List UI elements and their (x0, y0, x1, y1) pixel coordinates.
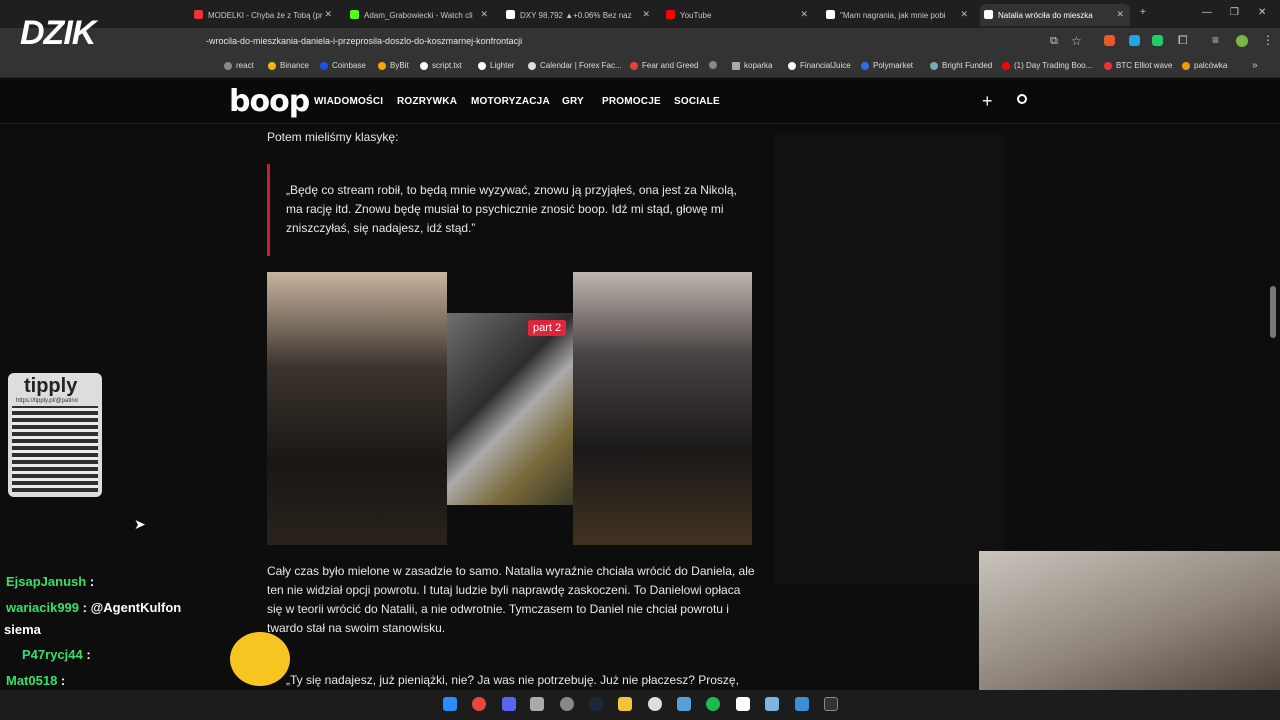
tab-label: Natalia wróciła do mieszka (998, 10, 1093, 20)
tipply-url: https://tipply.pl/@patino (16, 398, 79, 404)
nav-gry[interactable]: GRY (562, 96, 584, 107)
app-icon[interactable] (648, 697, 662, 711)
folder-icon[interactable] (618, 697, 632, 711)
tab-label: "Mam nagrania, jak mnie pobi (840, 10, 946, 20)
bookmark-bybit[interactable]: ByBit (378, 61, 409, 70)
url-text[interactable]: -wrocila-do-mieszkania-daniela-i-przepro… (206, 36, 522, 46)
bookmark-day-trading[interactable]: (1) Day Trading Boo... (1002, 61, 1092, 70)
video-blur-right (573, 272, 752, 545)
close-icon[interactable]: ✕ (1116, 9, 1124, 20)
chat-message: P47rycj44 : (22, 647, 91, 662)
extension-icon[interactable] (1104, 35, 1115, 46)
embedded-video[interactable] (447, 313, 573, 505)
app-icon[interactable] (795, 697, 809, 711)
start-icon[interactable] (443, 697, 457, 711)
tab-label: Adam_Grabowiecki - Watch cli (364, 10, 473, 20)
nav-sociale[interactable]: SOCIALE (674, 96, 720, 107)
tipply-logo: tipply (24, 375, 78, 397)
extension-icon[interactable] (1129, 35, 1140, 46)
close-icon[interactable]: ✕ (642, 9, 650, 20)
minimize-icon[interactable]: — (1202, 7, 1212, 18)
chat-message: wariacik999 : @AgentKulfon (6, 600, 182, 615)
bookmark-coinbase[interactable]: Coinbase (320, 61, 366, 70)
notepad-icon[interactable] (765, 697, 779, 711)
tab-label: YouTube (680, 10, 712, 20)
emote-icon (230, 632, 290, 686)
chrome-icon[interactable] (472, 697, 486, 711)
install-icon[interactable]: ⧉ (1050, 35, 1058, 48)
nav-rozrywka[interactable]: ROZRYWKA (397, 96, 457, 107)
bookmark-fear-greed[interactable]: Fear and Greed (630, 61, 698, 70)
bookmark-palcowka[interactable]: palcówka (1182, 61, 1227, 70)
plus-icon[interactable]: + (982, 91, 993, 112)
tab-natalia[interactable]: Natalia wróciła do mieszka ✕ (980, 4, 1130, 26)
taskbar (0, 690, 1280, 720)
close-icon[interactable]: ✕ (480, 9, 488, 20)
site-logo[interactable]: boop (229, 84, 310, 119)
video-blur-left (267, 272, 447, 545)
chat-message: siema (4, 622, 41, 637)
sidebar-ad-slot (774, 134, 1004, 584)
article-paragraph: Potem mieliśmy klasykę: (267, 130, 399, 144)
quote-text: „Będę co stream robił, to będą mnie wyzy… (286, 183, 737, 235)
chat-message: Mat0518 : (6, 673, 66, 688)
puzzle-icon[interactable]: ⧠ (1178, 33, 1188, 48)
app-icon[interactable] (530, 697, 544, 711)
tab-label: DXY 98.792 ▲+0.06% Bez naz (520, 10, 632, 20)
more-bookmarks-icon[interactable]: » (1252, 60, 1258, 71)
quote-text: „Ty się nadajesz, już pieniążki, nie? Ja… (286, 673, 739, 687)
extension-icon[interactable] (1152, 35, 1163, 46)
bookmark-globe[interactable] (709, 61, 717, 69)
qr-code (12, 406, 98, 492)
bookmark-react[interactable]: react (224, 61, 254, 70)
obs-icon[interactable] (560, 697, 574, 711)
search-icon[interactable] (1017, 94, 1027, 104)
close-icon[interactable]: ✕ (800, 9, 808, 20)
tab-youtube[interactable]: YouTube ✕ (662, 4, 814, 26)
video-part-badge: part 2 (528, 320, 567, 336)
tab-mam-nagrania[interactable]: "Mam nagrania, jak mnie pobi ✕ (822, 4, 974, 26)
new-tab-button[interactable]: + (1140, 7, 1146, 18)
bookmark-btc-elliot[interactable]: BTC Elliot wave (1104, 61, 1172, 70)
bookmark-polymarket[interactable]: Polymarket (861, 61, 913, 70)
address-bar[interactable] (0, 28, 1280, 56)
app-icon[interactable] (736, 697, 750, 711)
cursor-icon: ➤ (134, 516, 146, 532)
bookmark-script[interactable]: script.txt (420, 61, 462, 70)
close-window-icon[interactable]: ✕ (1258, 7, 1266, 18)
bookmark-financialjuice[interactable]: FinancialJuice (788, 61, 851, 70)
close-icon[interactable]: ✕ (324, 9, 332, 20)
spotify-icon[interactable] (706, 697, 720, 711)
scrollbar-thumb[interactable] (1270, 286, 1276, 338)
bookmark-star-icon[interactable]: ☆ (1071, 34, 1082, 48)
article-paragraph: Cały czas było mielone w zasadzie to sam… (267, 564, 755, 635)
bookmark-binance[interactable]: Binance (268, 61, 309, 70)
tab-label: MODELKI - Chyba że z Tobą (pr (208, 10, 323, 20)
tab-dxy[interactable]: DXY 98.792 ▲+0.06% Bez naz ✕ (502, 4, 656, 26)
tab-adam[interactable]: Adam_Grabowiecki - Watch cli ✕ (346, 4, 494, 26)
nav-promocje[interactable]: PROMOCJE (602, 96, 661, 107)
menu-icon[interactable]: ≡ (1212, 33, 1219, 47)
nav-wiadomosci[interactable]: WIADOMOŚCI (314, 96, 383, 107)
steam-icon[interactable] (589, 697, 603, 711)
maximize-icon[interactable]: ❐ (1230, 7, 1239, 18)
app-icon[interactable] (677, 697, 691, 711)
close-icon[interactable]: ✕ (960, 9, 968, 20)
profile-avatar[interactable] (1236, 35, 1248, 47)
chat-message: EjsapJanush : (6, 574, 95, 589)
brand-logo: DZIK (20, 14, 96, 52)
terminal-icon[interactable] (824, 697, 838, 711)
nav-motoryzacja[interactable]: MOTORYZACJA (471, 96, 550, 107)
bookmark-koparka[interactable]: koparka (732, 61, 772, 70)
discord-icon[interactable] (502, 697, 516, 711)
bookmark-bright-funded[interactable]: Bright Funded (930, 61, 992, 70)
bookmark-lighter[interactable]: Lighter (478, 61, 514, 70)
kebab-menu-icon[interactable]: ⋮ (1262, 33, 1274, 47)
bookmark-calendar[interactable]: Calendar | Forex Fac... (528, 61, 622, 70)
tab-modelki[interactable]: MODELKI - Chyba że z Tobą (pr ✕ (190, 4, 338, 26)
tab-bar: MODELKI - Chyba że z Tobą (pr ✕ Adam_Grab… (0, 0, 1280, 28)
